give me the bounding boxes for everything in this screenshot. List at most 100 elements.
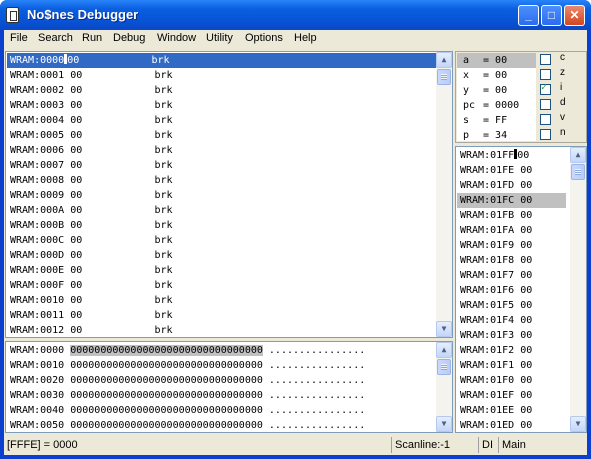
disassembly-row[interactable]: WRAM:000D 00 brk (10, 248, 173, 263)
menu-search[interactable]: Search (38, 32, 73, 44)
disassembly-row[interactable]: WRAM:000F 00 brk (10, 278, 173, 293)
disassembly-row[interactable]: WRAM:0009 00 brk (10, 188, 173, 203)
scroll-thumb[interactable] (571, 164, 585, 180)
scroll-down-arrow-icon[interactable]: ▼ (570, 416, 586, 432)
stack-address: WRAM:01F0 (460, 375, 515, 386)
scroll-up-arrow-icon[interactable]: ▲ (436, 52, 452, 68)
memory-row[interactable]: WRAM:0050 000000000000000000000000000000… (10, 418, 365, 432)
disassembly-row[interactable]: WRAM:0005 00 brk (10, 128, 173, 143)
register-row[interactable]: y = 00 (463, 83, 507, 98)
disassembly-row[interactable]: WRAM:0003 00 brk (10, 98, 173, 113)
memory-row[interactable]: WRAM:0020 000000000000000000000000000000… (10, 373, 365, 388)
disasm-byte: 00 (70, 175, 83, 186)
disassembly-row[interactable]: WRAM:0002 00 brk (10, 83, 173, 98)
menu-run[interactable]: Run (82, 32, 102, 44)
stack-row[interactable]: WRAM:01F9 00 (460, 238, 532, 253)
menu-window[interactable]: Window (157, 32, 196, 44)
stack-row[interactable]: WRAM:01FA 00 (460, 223, 532, 238)
stack-row[interactable]: WRAM:01EF 00 (460, 388, 532, 403)
disasm-address: WRAM:0005 (10, 130, 65, 141)
stack-row[interactable]: WRAM:01F8 00 (460, 253, 532, 268)
stack-row[interactable]: WRAM:01F2 00 (460, 343, 532, 358)
flag-v-checkbox[interactable] (540, 114, 551, 125)
scroll-down-arrow-icon[interactable]: ▼ (436, 416, 452, 432)
stack-row[interactable]: WRAM:01FB 00 (460, 208, 532, 223)
disassembly-row[interactable]: WRAM:0011 00 brk (10, 308, 173, 323)
stack-address: WRAM:01F7 (460, 270, 515, 281)
register-row[interactable]: x = 00 (463, 68, 507, 83)
stack-scrollbar[interactable]: ▲ ▼ (570, 147, 586, 432)
scroll-up-arrow-icon[interactable]: ▲ (570, 147, 586, 163)
stack-row[interactable]: WRAM:01ED 00 (460, 418, 532, 432)
memory-hex-bytes: 00000000000000000000000000000000 (70, 360, 263, 371)
stack-row[interactable]: WRAM:01FE 00 (460, 163, 532, 178)
stack-row[interactable]: WRAM:01F0 00 (460, 373, 532, 388)
flag-z-checkbox[interactable] (540, 69, 551, 80)
scroll-up-arrow-icon[interactable]: ▲ (436, 342, 452, 358)
menu-options[interactable]: Options (245, 32, 283, 44)
stack-row[interactable]: WRAM:01FC 00 (457, 193, 566, 208)
memory-row[interactable]: WRAM:0010 000000000000000000000000000000… (10, 358, 365, 373)
register-row[interactable]: a = 00 (463, 53, 507, 68)
title-bar[interactable]: No$nes Debugger _ □ ✕ (0, 0, 591, 30)
disasm-byte: 00 (70, 70, 83, 81)
disassembly-row[interactable]: WRAM:0012 00 brk (10, 323, 173, 337)
flag-i-checkbox[interactable] (540, 82, 551, 95)
disassembly-row[interactable]: WRAM:000C 00 brk (10, 233, 173, 248)
memory-ascii: ................ (268, 405, 366, 416)
disasm-opcode: brk (154, 190, 173, 201)
flag-i-label: i (560, 82, 563, 93)
stack-value: 00 (520, 405, 533, 416)
register-row[interactable]: s = FF (463, 113, 507, 128)
disassembly-scrollbar[interactable]: ▲ ▼ (436, 52, 452, 337)
stack-row[interactable]: WRAM:01F4 00 (460, 313, 532, 328)
status-interrupt: DI (478, 437, 496, 453)
disassembly-row[interactable]: WRAM:000E 00 brk (10, 263, 173, 278)
disasm-opcode: brk (154, 160, 173, 171)
menu-file[interactable]: File (10, 32, 28, 44)
disasm-address: WRAM:0007 (10, 160, 65, 171)
stack-address: WRAM:01FB (460, 210, 515, 221)
flag-n-checkbox[interactable] (540, 129, 551, 140)
memory-ascii: ................ (268, 345, 366, 356)
memory-row[interactable]: WRAM:0000 000000000000000000000000000000… (10, 343, 365, 358)
flag-c-checkbox[interactable] (540, 54, 551, 65)
memory-row[interactable]: WRAM:0040 000000000000000000000000000000… (10, 403, 365, 418)
stack-row[interactable]: WRAM:01F3 00 (460, 328, 532, 343)
stack-row[interactable]: WRAM:01F1 00 (460, 358, 532, 373)
disassembly-row[interactable]: WRAM:000B 00 brk (10, 218, 173, 233)
disassembly-row[interactable]: WRAM:000A 00 brk (10, 203, 173, 218)
maximize-button[interactable]: □ (541, 5, 562, 26)
menu-utility[interactable]: Utility (206, 32, 233, 44)
scroll-thumb[interactable] (437, 359, 451, 375)
stack-row[interactable]: WRAM:01EE 00 (460, 403, 532, 418)
close-button[interactable]: ✕ (564, 5, 585, 26)
memory-scrollbar[interactable]: ▲ ▼ (436, 342, 452, 432)
stack-row[interactable]: WRAM:01F6 00 (460, 283, 532, 298)
stack-pane[interactable]: WRAM:01FF 00 WRAM:01FE 00 WRAM:01FD 00 WRAM:… (455, 146, 587, 433)
scroll-thumb[interactable] (437, 69, 451, 85)
register-row[interactable]: pc = 0000 (463, 98, 519, 113)
stack-row[interactable]: WRAM:01FF 00 (460, 148, 529, 163)
minimize-button[interactable]: _ (518, 5, 539, 26)
disassembly-row[interactable]: WRAM:0010 00 brk (10, 293, 173, 308)
disassembly-row[interactable]: WRAM:0000 00 brk (7, 53, 438, 68)
stack-row[interactable]: WRAM:01FD 00 (460, 178, 532, 193)
disassembly-row[interactable]: WRAM:0001 00 brk (10, 68, 173, 83)
disassembly-pane[interactable]: WRAM:0000 00 brk WRAM:0001 00 brk WRAM:0002… (5, 51, 453, 338)
disassembly-row[interactable]: WRAM:0007 00 brk (10, 158, 173, 173)
scroll-down-arrow-icon[interactable]: ▼ (436, 321, 452, 337)
register-row[interactable]: p = 34 (463, 128, 507, 142)
disasm-byte: 00 (70, 265, 83, 276)
memory-row[interactable]: WRAM:0030 000000000000000000000000000000… (10, 388, 365, 403)
disassembly-row[interactable]: WRAM:0006 00 brk (10, 143, 173, 158)
disassembly-row[interactable]: WRAM:0004 00 brk (10, 113, 173, 128)
stack-row[interactable]: WRAM:01F5 00 (460, 298, 532, 313)
stack-row[interactable]: WRAM:01F7 00 (460, 268, 532, 283)
disasm-byte: 00 (70, 145, 83, 156)
flag-d-checkbox[interactable] (540, 99, 551, 110)
memory-dump-pane[interactable]: WRAM:0000 000000000000000000000000000000… (5, 341, 453, 433)
disassembly-row[interactable]: WRAM:0008 00 brk (10, 173, 173, 188)
menu-debug[interactable]: Debug (113, 32, 145, 44)
menu-help[interactable]: Help (294, 32, 317, 44)
